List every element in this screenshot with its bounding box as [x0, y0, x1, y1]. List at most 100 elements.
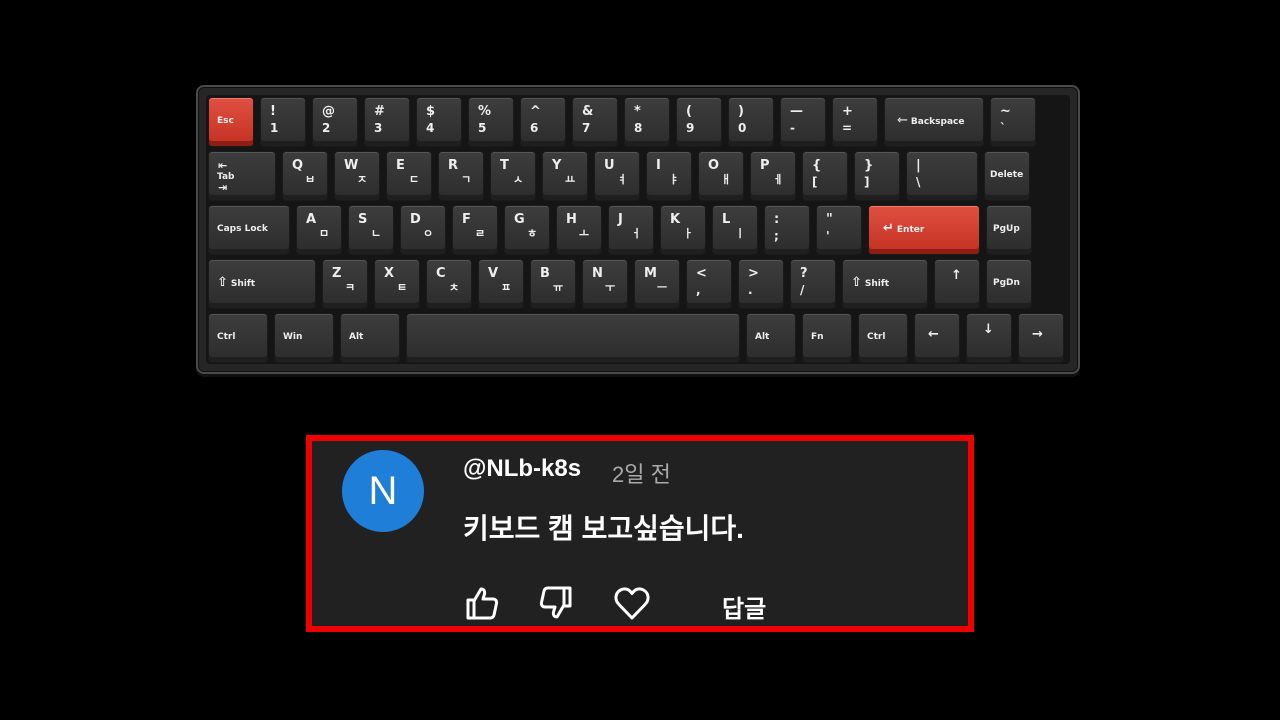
avatar[interactable]: N	[342, 450, 424, 532]
key-g[interactable]: Gㅎ	[504, 205, 550, 255]
dislike-button[interactable]	[536, 583, 576, 623]
key-bottom-char: .	[748, 283, 753, 297]
key-o[interactable]: Oㅐ	[698, 151, 744, 201]
key-caps-lock[interactable]: Caps Lock	[208, 205, 290, 255]
key-u[interactable]: Uㅕ	[594, 151, 640, 201]
key-korean-char: ㅣ	[735, 227, 746, 240]
key-j[interactable]: Jㅓ	[608, 205, 654, 255]
key-korean-char: ㅏ	[683, 227, 694, 240]
key-f[interactable]: Fㄹ	[452, 205, 498, 255]
key-y[interactable]: Yㅛ	[542, 151, 588, 201]
key-x[interactable]: Xㅌ	[374, 259, 420, 309]
comment-author[interactable]: @NLb-k8s	[463, 455, 581, 483]
key-c[interactable]: Cㅊ	[426, 259, 472, 309]
stage: Esc ! 1 @2 #3 $4 % 5 ^ 6 & 7 * 8 (9 ) 0 — - + = …	[0, 0, 1280, 720]
key-4[interactable]: $4	[416, 97, 462, 147]
key-esc[interactable]: Esc	[208, 97, 254, 147]
key-6[interactable]: ^ 6	[520, 97, 566, 147]
key-tab[interactable]: ⇤ Tab ⇥	[208, 151, 276, 201]
key-5[interactable]: % 5	[468, 97, 514, 147]
key-win[interactable]: Win	[274, 313, 334, 363]
key-2[interactable]: @2	[312, 97, 358, 147]
key-period[interactable]: >.	[738, 259, 784, 309]
key-tilde[interactable]: ~ `	[990, 97, 1036, 147]
key-1[interactable]: ! 1	[260, 97, 306, 147]
like-button[interactable]	[462, 583, 502, 623]
key-right-shift[interactable]: ⇧ Shift	[842, 259, 928, 309]
reply-button[interactable]: 답글	[722, 589, 766, 624]
key-korean-char: ㅎ	[527, 227, 538, 240]
key-arrow-right[interactable]: →	[1018, 313, 1064, 363]
key-korean-char: ㅗ	[579, 227, 590, 240]
key-b[interactable]: Bㅠ	[530, 259, 576, 309]
key-k[interactable]: Kㅏ	[660, 205, 706, 255]
key-quote[interactable]: " '	[816, 205, 862, 255]
key-3[interactable]: #3	[364, 97, 410, 147]
key-page-down[interactable]: PgDn	[986, 259, 1032, 309]
key-top-char: :	[774, 212, 780, 227]
key-left-shift[interactable]: ⇧ Shift	[208, 259, 316, 309]
key-e[interactable]: Eㄷ	[386, 151, 432, 201]
key-page-up[interactable]: PgUp	[986, 205, 1032, 255]
key-minus[interactable]: — -	[780, 97, 826, 147]
key-top-char: #	[374, 104, 385, 119]
key-9[interactable]: (9	[676, 97, 722, 147]
key-space[interactable]	[406, 313, 740, 363]
key-right-ctrl[interactable]: Ctrl	[858, 313, 908, 363]
key-d[interactable]: Dㅇ	[400, 205, 446, 255]
key-label: Esc	[217, 116, 234, 126]
key-i[interactable]: Iㅑ	[646, 151, 692, 201]
key-v[interactable]: Vㅍ	[478, 259, 524, 309]
key-p[interactable]: Pㅔ	[750, 151, 796, 201]
key-h[interactable]: Hㅗ	[556, 205, 602, 255]
key-bottom-char: 3	[374, 121, 383, 135]
key-arrow-down[interactable]: ↓	[966, 313, 1012, 363]
key-label-text: Backspace	[910, 117, 965, 127]
key-7[interactable]: & 7	[572, 97, 618, 147]
key-a[interactable]: Aㅁ	[296, 205, 342, 255]
key-8[interactable]: * 8	[624, 97, 670, 147]
keyboard-row-1: Esc ! 1 @2 #3 $4 % 5 ^ 6 & 7 * 8 (9 ) 0 — - + = …	[208, 97, 1036, 147]
key-label: Ctrl	[867, 332, 886, 342]
key-bottom-char: /	[800, 283, 805, 297]
key-s[interactable]: Sㄴ	[348, 205, 394, 255]
return-icon: ↵	[883, 221, 894, 236]
key-r[interactable]: Rㄱ	[438, 151, 484, 201]
key-backspace[interactable]: ⇽ Backspace	[884, 97, 984, 147]
key-korean-char: ㅌ	[397, 281, 408, 294]
key-arrow-up[interactable]: ↑	[934, 259, 980, 309]
key-right-alt[interactable]: Alt	[746, 313, 796, 363]
key-m[interactable]: Mㅡ	[634, 259, 680, 309]
key-top-char: K	[670, 212, 681, 227]
key-slash[interactable]: ? /	[790, 259, 836, 309]
key-fn[interactable]: Fn	[802, 313, 852, 363]
key-right-brace[interactable]: }]	[854, 151, 900, 201]
key-0[interactable]: ) 0	[728, 97, 774, 147]
key-enter[interactable]: ↵ Enter	[868, 205, 980, 255]
key-top-char: V	[488, 266, 499, 281]
key-top-char: *	[634, 104, 641, 119]
key-equal[interactable]: + =	[832, 97, 878, 147]
key-n[interactable]: Nㅜ	[582, 259, 628, 309]
key-left-brace[interactable]: {[	[802, 151, 848, 201]
key-arrow-left[interactable]: ←	[914, 313, 960, 363]
key-left-ctrl[interactable]: Ctrl	[208, 313, 268, 363]
key-t[interactable]: Tㅅ	[490, 151, 536, 201]
key-w[interactable]: Wㅈ	[334, 151, 380, 201]
key-korean-char: ㅁ	[319, 227, 330, 240]
key-l[interactable]: Lㅣ	[712, 205, 758, 255]
key-z[interactable]: Zㅋ	[322, 259, 368, 309]
key-top-char: D	[410, 212, 421, 227]
key-semicolon[interactable]: :;	[764, 205, 810, 255]
key-comma[interactable]: <,	[686, 259, 732, 309]
shift-icon: ⇧	[851, 275, 862, 290]
key-q[interactable]: Qㅂ	[282, 151, 328, 201]
thumbs-up-icon	[466, 587, 499, 620]
key-top-char: ?	[800, 266, 808, 281]
key-top-char: S	[358, 212, 368, 227]
key-top-char: H	[566, 212, 577, 227]
key-backslash[interactable]: | \	[906, 151, 978, 201]
key-delete[interactable]: Delete	[984, 151, 1030, 201]
key-left-alt[interactable]: Alt	[340, 313, 400, 363]
heart-button[interactable]	[612, 583, 652, 623]
